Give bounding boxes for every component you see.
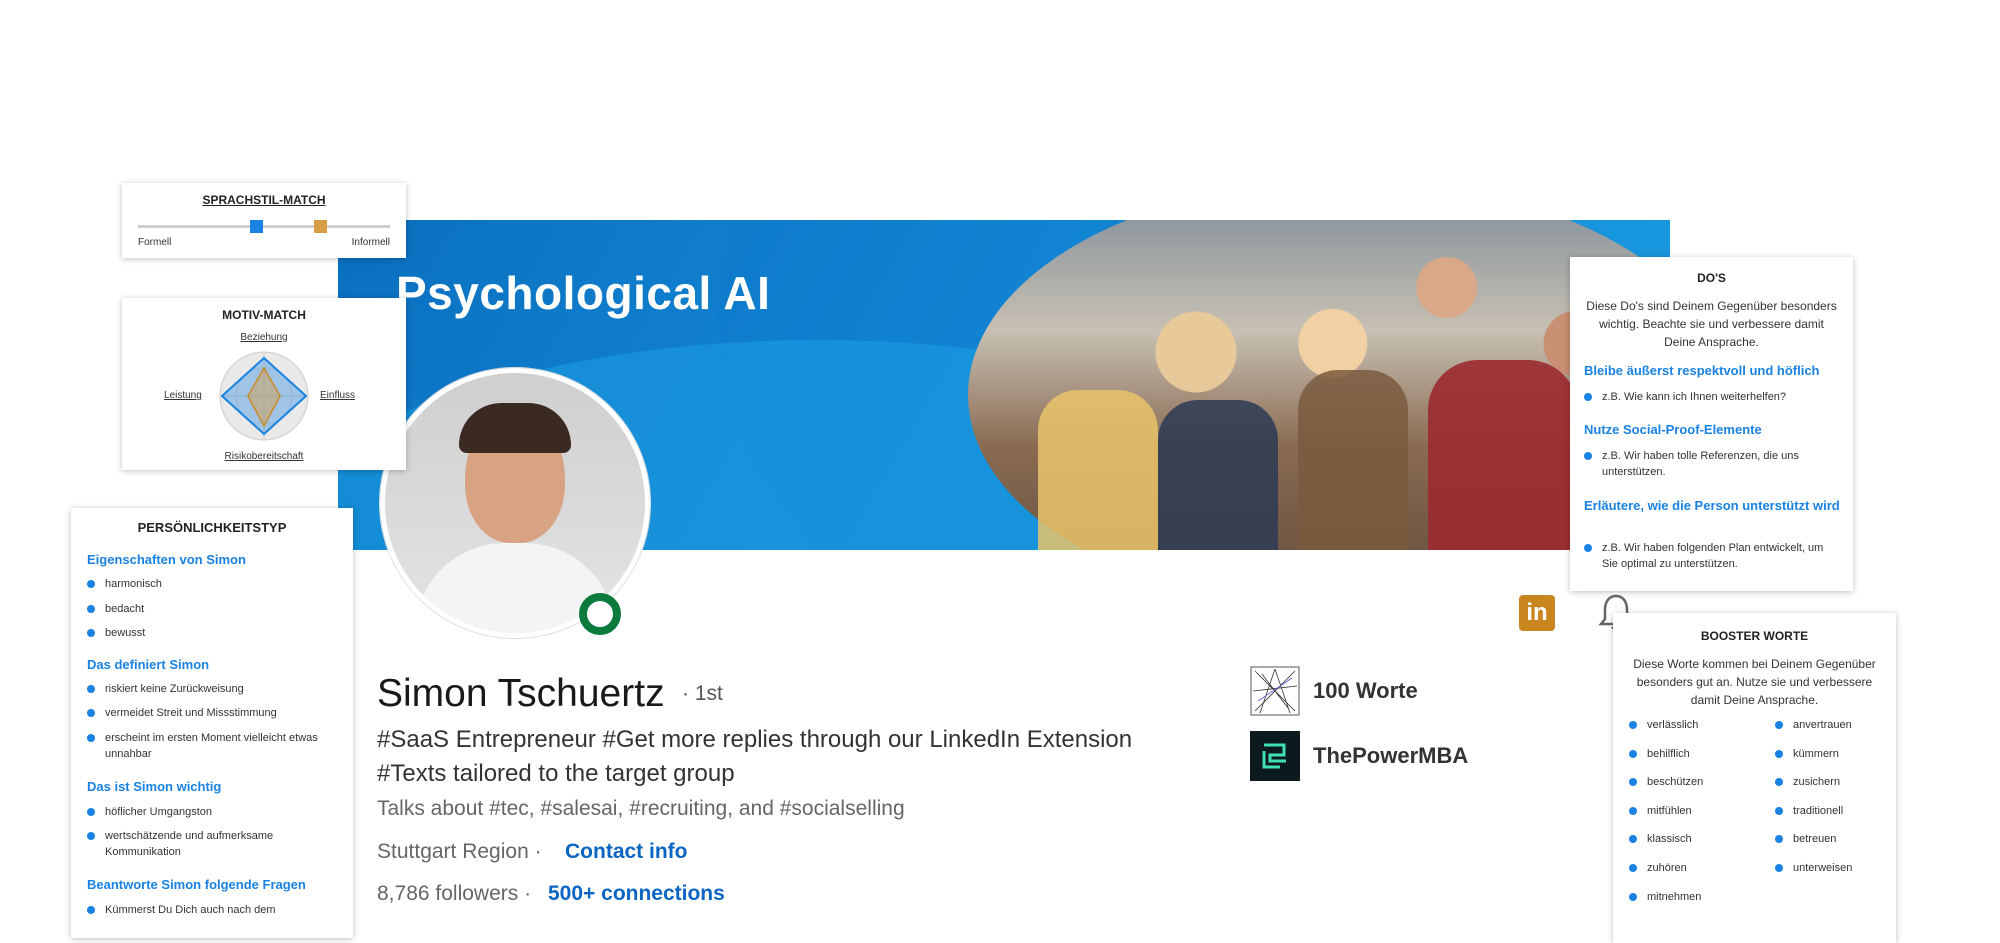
section-heading: Eigenschaften von Simon (87, 552, 246, 567)
company-name[interactable]: ThePowerMBA (1313, 743, 1468, 769)
list-item: Kümmerst Du Dich auch nach dem (87, 902, 276, 918)
sprachstil-match-card: SPRACHSTIL-MATCH Formell Informell (122, 183, 406, 258)
informal-label: Informell (351, 237, 390, 248)
connections-link[interactable]: 500+ connections (548, 882, 725, 906)
section-heading: Das ist Simon wichtig (87, 779, 222, 794)
card-title: BOOSTER WORTE (1700, 629, 1809, 643)
do-example: z.B. Wir haben folgenden Plan entwickelt… (1584, 540, 1842, 572)
booster-word: traditionell (1775, 803, 1843, 819)
radar-axis-label: Beziehung (240, 332, 288, 343)
style-marker-target (314, 220, 327, 233)
profile-talks-about: Talks about #tec, #salesai, #recruiting,… (377, 797, 905, 820)
booster-word: verlässlich (1629, 717, 1698, 733)
do-heading: Erläutere, wie die Person unterstützt wi… (1584, 498, 1840, 513)
booster-word: betreuen (1775, 831, 1836, 847)
radar-axis-label: Risikobereitschaft (224, 451, 304, 462)
card-intro: Diese Worte kommen bei Deinem Gegenüber … (1633, 657, 1876, 707)
list-item: riskiert keine Zurückweisung (87, 681, 244, 697)
profile-name: Simon Tschuertz (377, 672, 665, 715)
thepowermba-logo[interactable] (1250, 731, 1300, 781)
banner-photo-person (1298, 370, 1408, 550)
style-marker-user (250, 220, 263, 233)
booster-worte-card: BOOSTER WORTE Diese Worte kommen bei Dei… (1613, 613, 1896, 943)
do-example: z.B. Wie kann ich Ihnen weiterhelfen? (1584, 389, 1842, 405)
style-slider-track (138, 225, 390, 228)
avatar-hair (459, 403, 571, 453)
booster-word: mitnehmen (1629, 889, 1701, 905)
list-item: erscheint im ersten Moment vielleicht et… (87, 730, 335, 762)
booster-word: zuhören (1629, 860, 1687, 876)
profile-location: Stuttgart Region · (377, 840, 542, 863)
section-heading: Das definiert Simon (87, 657, 210, 672)
radar-chart (219, 351, 309, 441)
linkedin-icon[interactable]: in (1519, 595, 1555, 631)
card-title: DO'S (1697, 271, 1726, 285)
contact-info-link[interactable]: Contact info (565, 840, 687, 864)
booster-word: behilflich (1629, 746, 1690, 762)
card-title: SPRACHSTIL-MATCH (202, 193, 326, 207)
radar-axis-label: Einfluss (320, 390, 356, 401)
do-heading: Bleibe äußerst respektvoll und höflich (1584, 363, 1820, 378)
list-item: bedacht (87, 601, 144, 617)
list-item: harmonisch (87, 576, 162, 592)
card-intro: Diese Do's sind Deinem Gegenüber besonde… (1586, 299, 1837, 349)
followers-count: 8,786 followers · (377, 882, 532, 905)
booster-word: zusichern (1775, 774, 1840, 790)
company-name[interactable]: 100 Worte (1313, 678, 1418, 704)
list-item: wertschätzende und aufmerksame Kommunika… (87, 828, 325, 860)
booster-word: mitfühlen (1629, 803, 1692, 819)
list-item: höflicher Umgangston (87, 804, 212, 820)
connection-degree: · 1st (682, 682, 723, 705)
radar-axis-label: Leistung (164, 390, 202, 401)
banner-photo-person (1038, 390, 1158, 550)
dos-card: DO'S Diese Do's sind Deinem Gegenüber be… (1570, 257, 1853, 591)
booster-word: kümmern (1775, 746, 1839, 762)
banner-photo-person (1158, 400, 1278, 550)
booster-word: klassisch (1629, 831, 1692, 847)
list-item: bewusst (87, 625, 145, 641)
section-heading: Beantworte Simon folgende Fragen (87, 877, 306, 892)
banner-title: Psychological AI (396, 267, 771, 319)
banner-photo-person (1428, 360, 1578, 550)
profile-headline: #Texts tailored to the target group (377, 760, 735, 787)
card-title: PERSÖNLICHKEITSTYP (137, 520, 287, 535)
persoenlichkeitstyp-card: PERSÖNLICHKEITSTYP Eigenschaften von Sim… (71, 508, 353, 938)
do-heading: Nutze Social-Proof-Elemente (1584, 422, 1762, 437)
100-worte-logo[interactable] (1250, 666, 1300, 716)
profile-headline: #SaaS Entrepreneur #Get more replies thr… (377, 726, 1133, 753)
booster-word: anvertrauen (1775, 717, 1852, 733)
card-title: MOTIV-MATCH (222, 308, 306, 322)
booster-word: beschützen (1629, 774, 1703, 790)
list-item: vermeidet Streit und Missstimmung (87, 705, 277, 721)
do-example: z.B. Wir haben tolle Referenzen, die uns… (1584, 448, 1842, 480)
open-to-work-badge (579, 593, 621, 635)
motiv-match-card: MOTIV-MATCH Beziehung Leistung Einfluss … (122, 298, 406, 470)
formal-label: Formell (138, 237, 172, 248)
booster-word: unterweisen (1775, 860, 1852, 876)
